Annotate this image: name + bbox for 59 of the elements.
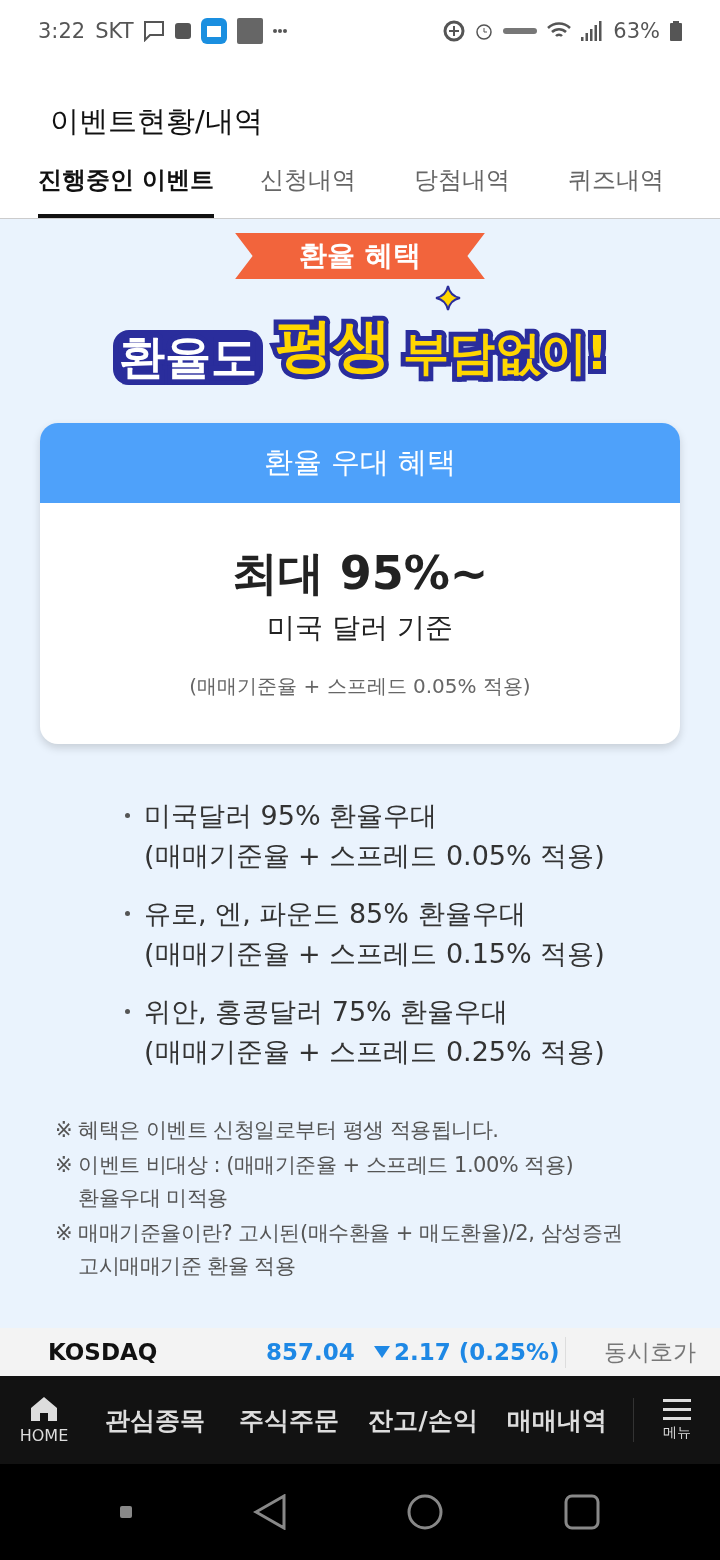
home-nav-button[interactable] (407, 1494, 444, 1530)
bullet-text: 위안, 홍콩달러 75% 환율우대 (144, 995, 510, 1029)
note-text: 고시매매기준 환율 적용 (78, 1253, 297, 1280)
nav-item[interactable]: 매매내역 (490, 1403, 624, 1437)
bullet-subtext: (매매기준율 + 스프레드 0.05% 적용) (144, 839, 605, 873)
battery-icon (670, 21, 682, 41)
rate-note: (매매기준율 + 스프레드 0.05% 적용) (189, 673, 531, 700)
note-mark: ※ (55, 1152, 73, 1179)
note-text: 이벤트 비대상 : (매매기준율 + 스프레드 1.00% 적용) (78, 1152, 574, 1179)
bullet-text: 미국달러 95% 환율우대 (144, 799, 439, 833)
app-icon (201, 18, 228, 44)
bullet-icon (125, 813, 130, 818)
headline-text: 환율도 (112, 329, 263, 385)
bullet-icon (125, 1009, 130, 1014)
index-name: KOSDAQ (48, 1339, 159, 1365)
note-mark: ※ (55, 1220, 73, 1247)
overview-button[interactable] (563, 1494, 600, 1530)
home-icon (30, 1395, 58, 1422)
status-time: 3:22 (38, 19, 86, 43)
tab[interactable]: 신청내역 (260, 154, 357, 218)
tab[interactable]: 퀴즈내역 (568, 154, 665, 218)
bullet-icon (125, 911, 130, 916)
nav-item[interactable]: 잔고/손익 (356, 1403, 490, 1437)
tab[interactable]: 당첨내역 (414, 154, 511, 218)
alarm-icon (475, 22, 494, 40)
headline-text: 부담없이! (402, 325, 608, 382)
index-value: 857.04 (266, 1339, 356, 1365)
menu-button[interactable]: 메뉴 (633, 1398, 720, 1442)
max-rate: 최대 95%~ (231, 545, 489, 602)
note-text: 매매기준율이란? 고시된(매수환율 + 매도환율)/2, 삼성증권 (78, 1220, 623, 1247)
page-title: 이벤트현황/내역 (49, 103, 264, 140)
data-saver-icon (443, 20, 466, 42)
recents-button[interactable] (120, 1506, 133, 1518)
nav-item[interactable]: 관심종목 (88, 1403, 222, 1437)
home-label: HOME (19, 1425, 69, 1445)
menu-icon (663, 1398, 691, 1420)
bullet-text: 유로, 엔, 파운드 85% 환율우대 (144, 897, 527, 931)
note-mark: ※ (55, 1117, 73, 1144)
bullet-subtext: (매매기준율 + 스프레드 0.15% 적용) (144, 937, 605, 971)
rate-basis: 미국 달러 기준 (267, 610, 453, 646)
signal-icon (581, 21, 604, 41)
ribbon-label: 환율 혜택 (235, 233, 485, 279)
note-text: 혜택은 이벤트 신청일로부터 평생 적용됩니다. (78, 1117, 499, 1144)
back-button[interactable] (252, 1494, 287, 1530)
headline-text: 평생 (274, 310, 391, 381)
bullet-subtext: (매매기준율 + 스프레드 0.25% 적용) (144, 1035, 605, 1069)
more-icon (273, 28, 288, 34)
battery-percent: 63% (613, 19, 660, 43)
carrier-label: SKT (95, 19, 134, 43)
menu-label: 메뉴 (663, 1424, 691, 1442)
message-icon (143, 20, 166, 42)
home-button[interactable]: HOME (0, 1395, 88, 1445)
sparkle-icon (434, 285, 461, 311)
notification-icon (175, 23, 192, 39)
note-text: 환율우대 미적용 (78, 1185, 229, 1212)
card-title: 환율 우대 혜택 (40, 423, 680, 503)
index-change: 2.17 (0.25%) (394, 1339, 560, 1365)
session-label: 동시호가 (565, 1336, 696, 1368)
nav-item[interactable]: 주식주문 (222, 1403, 356, 1437)
